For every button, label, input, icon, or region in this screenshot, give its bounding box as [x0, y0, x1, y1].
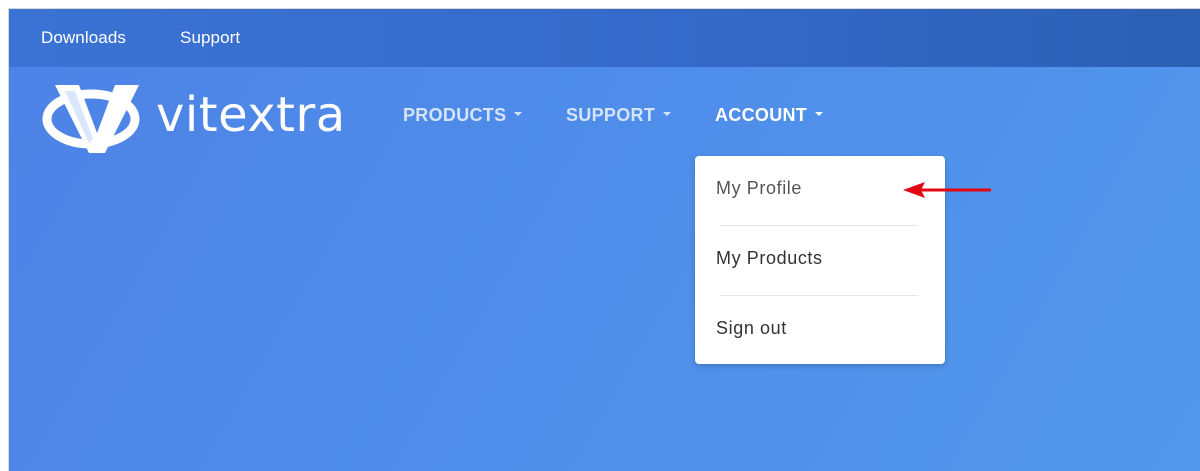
caret-down-icon — [514, 112, 523, 117]
topbar-link-downloads[interactable]: Downloads — [41, 28, 126, 48]
menu-item-sign-out[interactable]: Sign out — [716, 318, 787, 339]
top-utility-bar: Downloads Support — [9, 9, 1200, 67]
menu-divider — [720, 225, 918, 226]
logo-wordmark: vitextra — [156, 87, 346, 143]
vitextra-logo-icon — [42, 85, 140, 153]
menu-item-my-products[interactable]: My Products — [716, 248, 823, 269]
nav-support[interactable]: SUPPORT — [566, 105, 672, 126]
caret-down-icon — [815, 112, 824, 117]
page-frame: Downloads Support vitextra PRODUCTS SUPP… — [8, 8, 1200, 471]
annotation-arrow-icon — [903, 182, 991, 198]
nav-products-label: PRODUCTS — [403, 105, 507, 125]
vitextra-logo[interactable]: vitextra — [41, 81, 371, 153]
nav-support-label: SUPPORT — [566, 105, 656, 125]
nav-account[interactable]: ACCOUNT — [715, 105, 824, 126]
menu-divider — [720, 295, 918, 296]
nav-products[interactable]: PRODUCTS — [403, 105, 523, 126]
topbar-link-support[interactable]: Support — [180, 28, 240, 48]
menu-item-my-profile[interactable]: My Profile — [716, 178, 802, 199]
caret-down-icon — [663, 112, 672, 117]
nav-account-label: ACCOUNT — [715, 105, 808, 125]
